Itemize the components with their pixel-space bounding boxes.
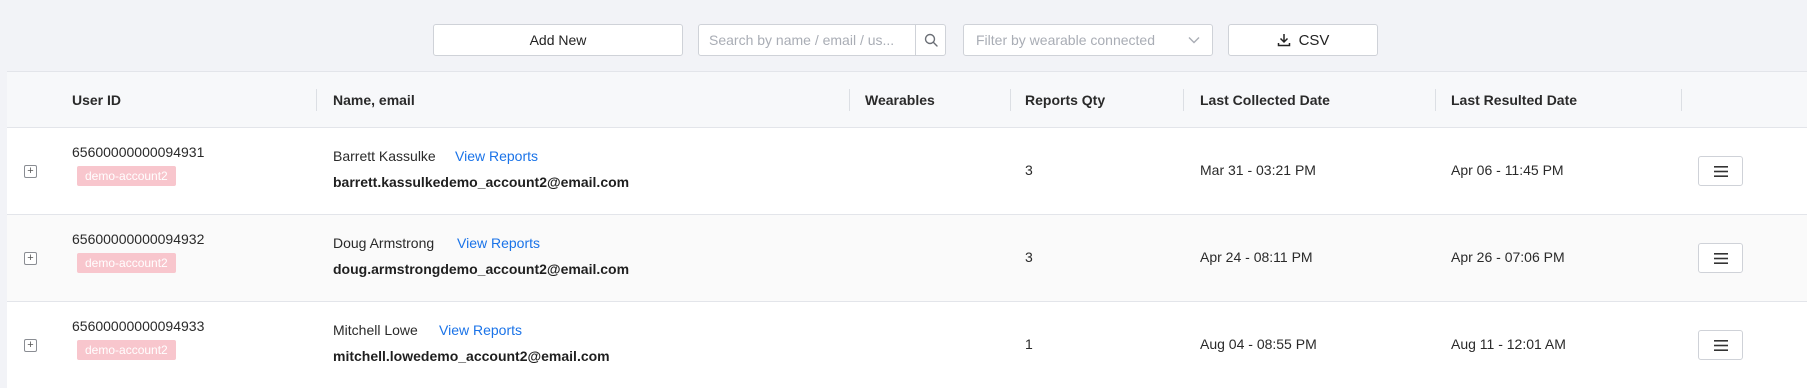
expand-row-button[interactable]: + xyxy=(24,252,37,265)
view-reports-link[interactable]: View Reports xyxy=(439,322,522,338)
reports-qty: 3 xyxy=(1025,249,1033,265)
user-id: 65600000000094933 xyxy=(72,318,205,334)
header-wearables[interactable]: Wearables xyxy=(865,72,935,128)
search-icon xyxy=(924,33,938,47)
search-button[interactable] xyxy=(915,25,945,55)
last-collected-date: Mar 31 - 03:21 PM xyxy=(1200,162,1316,178)
account-tag: demo-account2 xyxy=(77,253,176,273)
csv-download-button[interactable]: CSV xyxy=(1228,24,1378,56)
column-divider xyxy=(849,89,850,111)
user-id: 65600000000094931 xyxy=(72,144,205,160)
row-menu-button[interactable] xyxy=(1698,156,1743,186)
last-resulted-date: Apr 26 - 07:06 PM xyxy=(1451,249,1565,265)
header-name-email[interactable]: Name, email xyxy=(333,72,415,128)
download-icon xyxy=(1277,34,1290,47)
row-menu-button[interactable] xyxy=(1698,243,1743,273)
row-menu-button[interactable] xyxy=(1698,330,1743,360)
hamburger-menu-icon xyxy=(1713,252,1728,264)
user-name: Barrett Kassulke xyxy=(333,148,436,164)
user-name: Doug Armstrong xyxy=(333,235,435,251)
header-last-collected-date[interactable]: Last Collected Date xyxy=(1200,72,1330,128)
column-divider xyxy=(316,89,317,111)
user-email: mitchell.lowedemo_account2@email.com xyxy=(333,348,610,364)
table-row: + 65600000000094932 demo-account2 Doug A… xyxy=(7,215,1807,302)
reports-qty: 1 xyxy=(1025,336,1033,352)
table-row: + 65600000000094931 demo-account2 Barret… xyxy=(7,128,1807,215)
hamburger-menu-icon xyxy=(1713,165,1728,177)
toolbar: Add New Filter by wearable connected CSV xyxy=(0,0,1807,70)
filter-placeholder: Filter by wearable connected xyxy=(976,32,1155,48)
reports-qty: 3 xyxy=(1025,162,1033,178)
search-box xyxy=(698,24,946,56)
table-row: + 65600000000094933 demo-account2 Mitche… xyxy=(7,302,1807,388)
account-tag: demo-account2 xyxy=(77,340,176,360)
last-resulted-date: Apr 06 - 11:45 PM xyxy=(1451,162,1564,178)
view-reports-link[interactable]: View Reports xyxy=(457,235,540,251)
chevron-down-icon xyxy=(1188,37,1200,44)
header-user-id[interactable]: User ID xyxy=(72,72,121,128)
users-table: User ID Name, email Wearables Reports Qt… xyxy=(7,71,1807,388)
view-reports-link[interactable]: View Reports xyxy=(455,148,538,164)
expand-row-button[interactable]: + xyxy=(24,339,37,352)
header-last-resulted-date[interactable]: Last Resulted Date xyxy=(1451,72,1577,128)
user-id: 65600000000094932 xyxy=(72,231,205,247)
user-email: barrett.kassulkedemo_account2@email.com xyxy=(333,174,630,190)
column-divider xyxy=(1010,89,1011,111)
add-new-button[interactable]: Add New xyxy=(433,24,683,56)
column-divider xyxy=(1681,89,1682,111)
user-email: doug.armstrongdemo_account2@email.com xyxy=(333,261,630,277)
wearable-filter-select[interactable]: Filter by wearable connected xyxy=(963,24,1213,56)
header-reports-qty[interactable]: Reports Qty xyxy=(1025,72,1105,128)
column-divider xyxy=(1183,89,1184,111)
search-input[interactable] xyxy=(699,25,915,55)
user-name: Mitchell Lowe xyxy=(333,322,418,338)
last-collected-date: Aug 04 - 08:55 PM xyxy=(1200,336,1317,352)
csv-label: CSV xyxy=(1298,31,1330,49)
column-divider xyxy=(1435,89,1436,111)
hamburger-menu-icon xyxy=(1713,339,1728,351)
last-resulted-date: Aug 11 - 12:01 AM xyxy=(1451,336,1566,352)
table-header: User ID Name, email Wearables Reports Qt… xyxy=(7,72,1807,128)
expand-row-button[interactable]: + xyxy=(24,165,37,178)
last-collected-date: Apr 24 - 08:11 PM xyxy=(1200,249,1313,265)
account-tag: demo-account2 xyxy=(77,166,176,186)
